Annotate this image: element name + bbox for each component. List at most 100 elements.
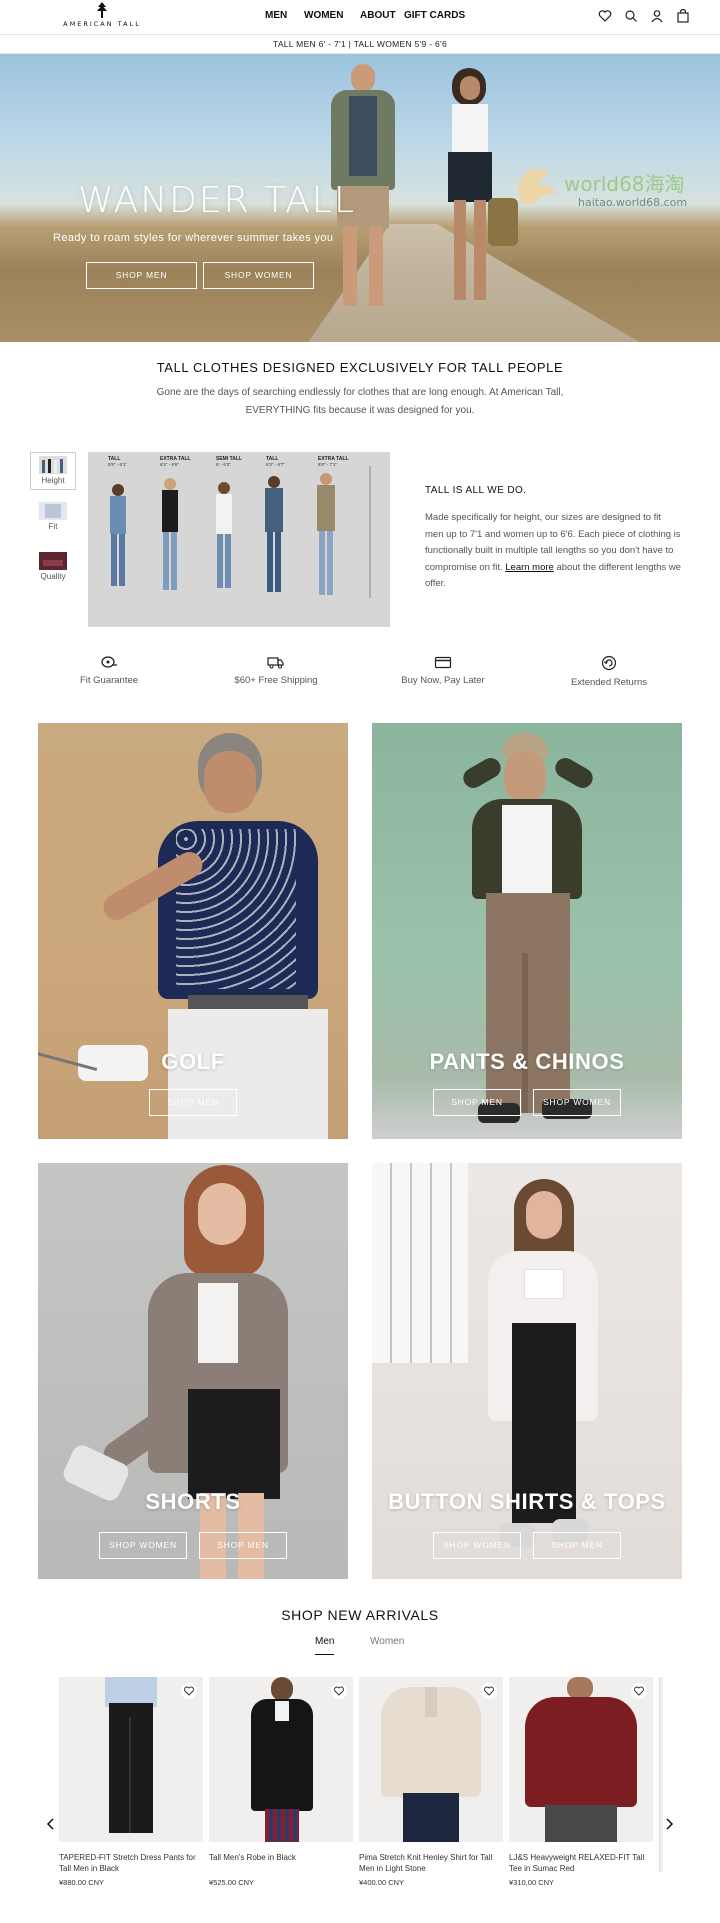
tile-shirts-title: BUTTON SHIRTS & TOPS xyxy=(388,1489,666,1514)
thumb-height[interactable]: Height xyxy=(30,452,76,490)
fit-side-title: TALL IS ALL WE DO. xyxy=(425,485,527,496)
product-name[interactable]: Pima Stretch Knit Henley Shirt for Tall … xyxy=(359,1852,503,1875)
learn-more-link[interactable]: Learn more xyxy=(505,562,554,573)
feature-free-shipping-label: $60+ Free Shipping xyxy=(234,675,318,686)
tab-men[interactable]: Men xyxy=(315,1636,335,1655)
search-icon[interactable] xyxy=(624,9,638,23)
thumb-quality-label: Quality xyxy=(40,572,66,581)
product-image[interactable] xyxy=(359,1677,503,1842)
intro-body: Gone are the days of searching endlessly… xyxy=(156,387,564,416)
tape-measure-icon xyxy=(101,656,117,668)
category-tile-golf[interactable]: GOLF SHOP MEN xyxy=(38,723,348,1139)
product-name[interactable]: LJ&S Heavyweight RELAXED-FIT Tall Tee in… xyxy=(509,1852,653,1875)
nav-about[interactable]: ABOUT xyxy=(360,10,396,21)
hero-title: WANDER TALL xyxy=(78,180,357,221)
nav-gift-cards[interactable]: GIFT CARDS xyxy=(404,10,465,21)
product-1-figure xyxy=(105,1677,157,1842)
watermark-url: haitao.world68.com xyxy=(578,196,688,209)
heart-icon[interactable] xyxy=(598,9,612,23)
tree-logo-icon xyxy=(97,2,107,18)
bag-icon[interactable] xyxy=(676,8,690,23)
product-price: ¥400.00 CNY xyxy=(359,1878,405,1887)
logo-text: AMERICAN TALL xyxy=(63,20,141,28)
wishlist-heart-icon[interactable] xyxy=(181,1683,197,1699)
truck-icon xyxy=(267,657,284,669)
wishlist-heart-icon[interactable] xyxy=(481,1683,497,1699)
product-price: ¥525.00 CNY xyxy=(209,1878,255,1887)
hero-shop-women-button[interactable]: SHOP WOMEN xyxy=(203,262,314,289)
fit-thumb-image xyxy=(39,502,67,520)
tile-pants-title: PANTS & CHINOS xyxy=(429,1049,625,1074)
shorts-shop-men-button[interactable]: SHOP MEN xyxy=(199,1532,287,1559)
hero-shop-men-button[interactable]: SHOP MEN xyxy=(86,262,197,289)
golf-shop-men-button[interactable]: SHOP MEN xyxy=(149,1089,237,1116)
category-tile-pants-chinos[interactable]: PANTS & CHINOS SHOP MEN SHOP WOMEN xyxy=(372,723,682,1139)
pants-shop-men-button[interactable]: SHOP MEN xyxy=(433,1089,521,1116)
intro-title: TALL CLOTHES DESIGNED EXCLUSIVELY FOR TA… xyxy=(156,360,564,375)
tab-women[interactable]: Women xyxy=(370,1636,404,1647)
wishlist-heart-icon[interactable] xyxy=(331,1683,347,1699)
carousel-next-icon[interactable] xyxy=(662,1817,676,1831)
shirts-model xyxy=(472,1173,612,1579)
shirts-shop-women-button[interactable]: SHOP WOMEN xyxy=(433,1532,521,1559)
nav-men[interactable]: MEN xyxy=(265,10,287,21)
announcement-bar: TALL MEN 6' - 7'1 | TALL WOMEN 5'9 - 6'6 xyxy=(0,34,720,54)
product-card[interactable]: Tall Men's Robe in Black ¥525.00 CNY xyxy=(209,1677,353,1887)
product-image[interactable] xyxy=(209,1677,353,1842)
height-chart-models xyxy=(110,466,371,598)
product-card[interactable]: LJ&S Heavyweight RELAXED-FIT Tall Tee in… xyxy=(509,1677,653,1887)
thumb-fit-label: Fit xyxy=(48,522,58,531)
feature-free-shipping: $60+ Free Shipping xyxy=(201,655,351,686)
product-image[interactable] xyxy=(59,1677,203,1842)
thumb-fit[interactable]: Fit xyxy=(30,502,76,540)
watermark: world68海淘 haitao.world68.com xyxy=(512,164,712,214)
tile-golf-title: GOLF xyxy=(161,1049,225,1074)
product-price: ¥310.00 CNY xyxy=(509,1878,555,1887)
hero-model-woman xyxy=(430,68,518,318)
feature-buy-now-pay-later-label: Buy Now, Pay Later xyxy=(401,675,485,686)
user-icon[interactable] xyxy=(650,9,664,23)
product-name[interactable]: Tall Men's Robe in Black xyxy=(209,1852,353,1875)
height-thumb-image xyxy=(39,456,67,474)
feature-fit-guarantee: Fit Guarantee xyxy=(34,655,184,686)
thumb-quality[interactable]: Quality xyxy=(30,552,76,590)
watermark-title: world68海淘 xyxy=(564,172,685,196)
height-chart-image: TALL 5'9" - 6'1" EXTRA TALL 6'2" - 6'6" … xyxy=(88,452,390,627)
feature-buy-now-pay-later: Buy Now, Pay Later xyxy=(368,655,518,686)
feature-extended-returns-label: Extended Returns xyxy=(570,677,648,688)
product-card[interactable]: TAPERED-FIT Stretch Dress Pants for Tall… xyxy=(59,1677,203,1887)
product-3-figure xyxy=(381,1677,481,1842)
product-card-partial[interactable] xyxy=(659,1677,663,1872)
feature-extended-returns: Extended Returns xyxy=(534,655,684,688)
shirts-shop-men-button[interactable]: SHOP MEN xyxy=(533,1532,621,1559)
fit-side-body: Made specifically for height, our sizes … xyxy=(425,510,681,593)
header-icons xyxy=(598,8,690,23)
watermark-logo-icon xyxy=(518,168,556,204)
window-decor xyxy=(372,1163,468,1363)
category-tile-button-shirts-tops[interactable]: BUTTON SHIRTS & TOPS SHOP WOMEN SHOP MEN xyxy=(372,1163,682,1579)
site-header: AMERICAN TALL MEN WOMEN ABOUT GIFT CARDS xyxy=(0,0,720,34)
category-tile-shorts[interactable]: SHORTS SHOP WOMEN SHOP MEN xyxy=(38,1163,348,1579)
returns-icon xyxy=(601,655,617,671)
logo[interactable]: AMERICAN TALL xyxy=(60,2,144,32)
new-arrivals-title: SHOP NEW ARRIVALS xyxy=(281,1607,439,1623)
product-card[interactable]: Pima Stretch Knit Henley Shirt for Tall … xyxy=(359,1677,503,1887)
product-2-figure xyxy=(245,1677,319,1842)
wishlist-heart-icon[interactable] xyxy=(631,1683,647,1699)
nav-women[interactable]: WOMEN xyxy=(304,10,343,21)
carousel-prev-icon[interactable] xyxy=(44,1817,58,1831)
pants-shop-women-button[interactable]: SHOP WOMEN xyxy=(533,1089,621,1116)
hero-banner: WANDER TALL Ready to roam styles for whe… xyxy=(0,54,720,342)
quality-thumb-image xyxy=(39,552,67,570)
product-name[interactable]: TAPERED-FIT Stretch Dress Pants for Tall… xyxy=(59,1852,203,1875)
golf-model xyxy=(38,733,328,1139)
product-image[interactable] xyxy=(509,1677,653,1842)
fit-thumbnails: Height Fit Quality xyxy=(30,452,76,602)
pants-model xyxy=(442,733,612,1139)
feature-fit-guarantee-label: Fit Guarantee xyxy=(79,675,139,686)
thumb-height-label: Height xyxy=(41,476,65,485)
tile-shorts-title: SHORTS xyxy=(145,1489,241,1514)
shorts-model xyxy=(60,1163,338,1579)
product-4-figure xyxy=(525,1677,637,1842)
shorts-shop-women-button[interactable]: SHOP WOMEN xyxy=(99,1532,187,1559)
